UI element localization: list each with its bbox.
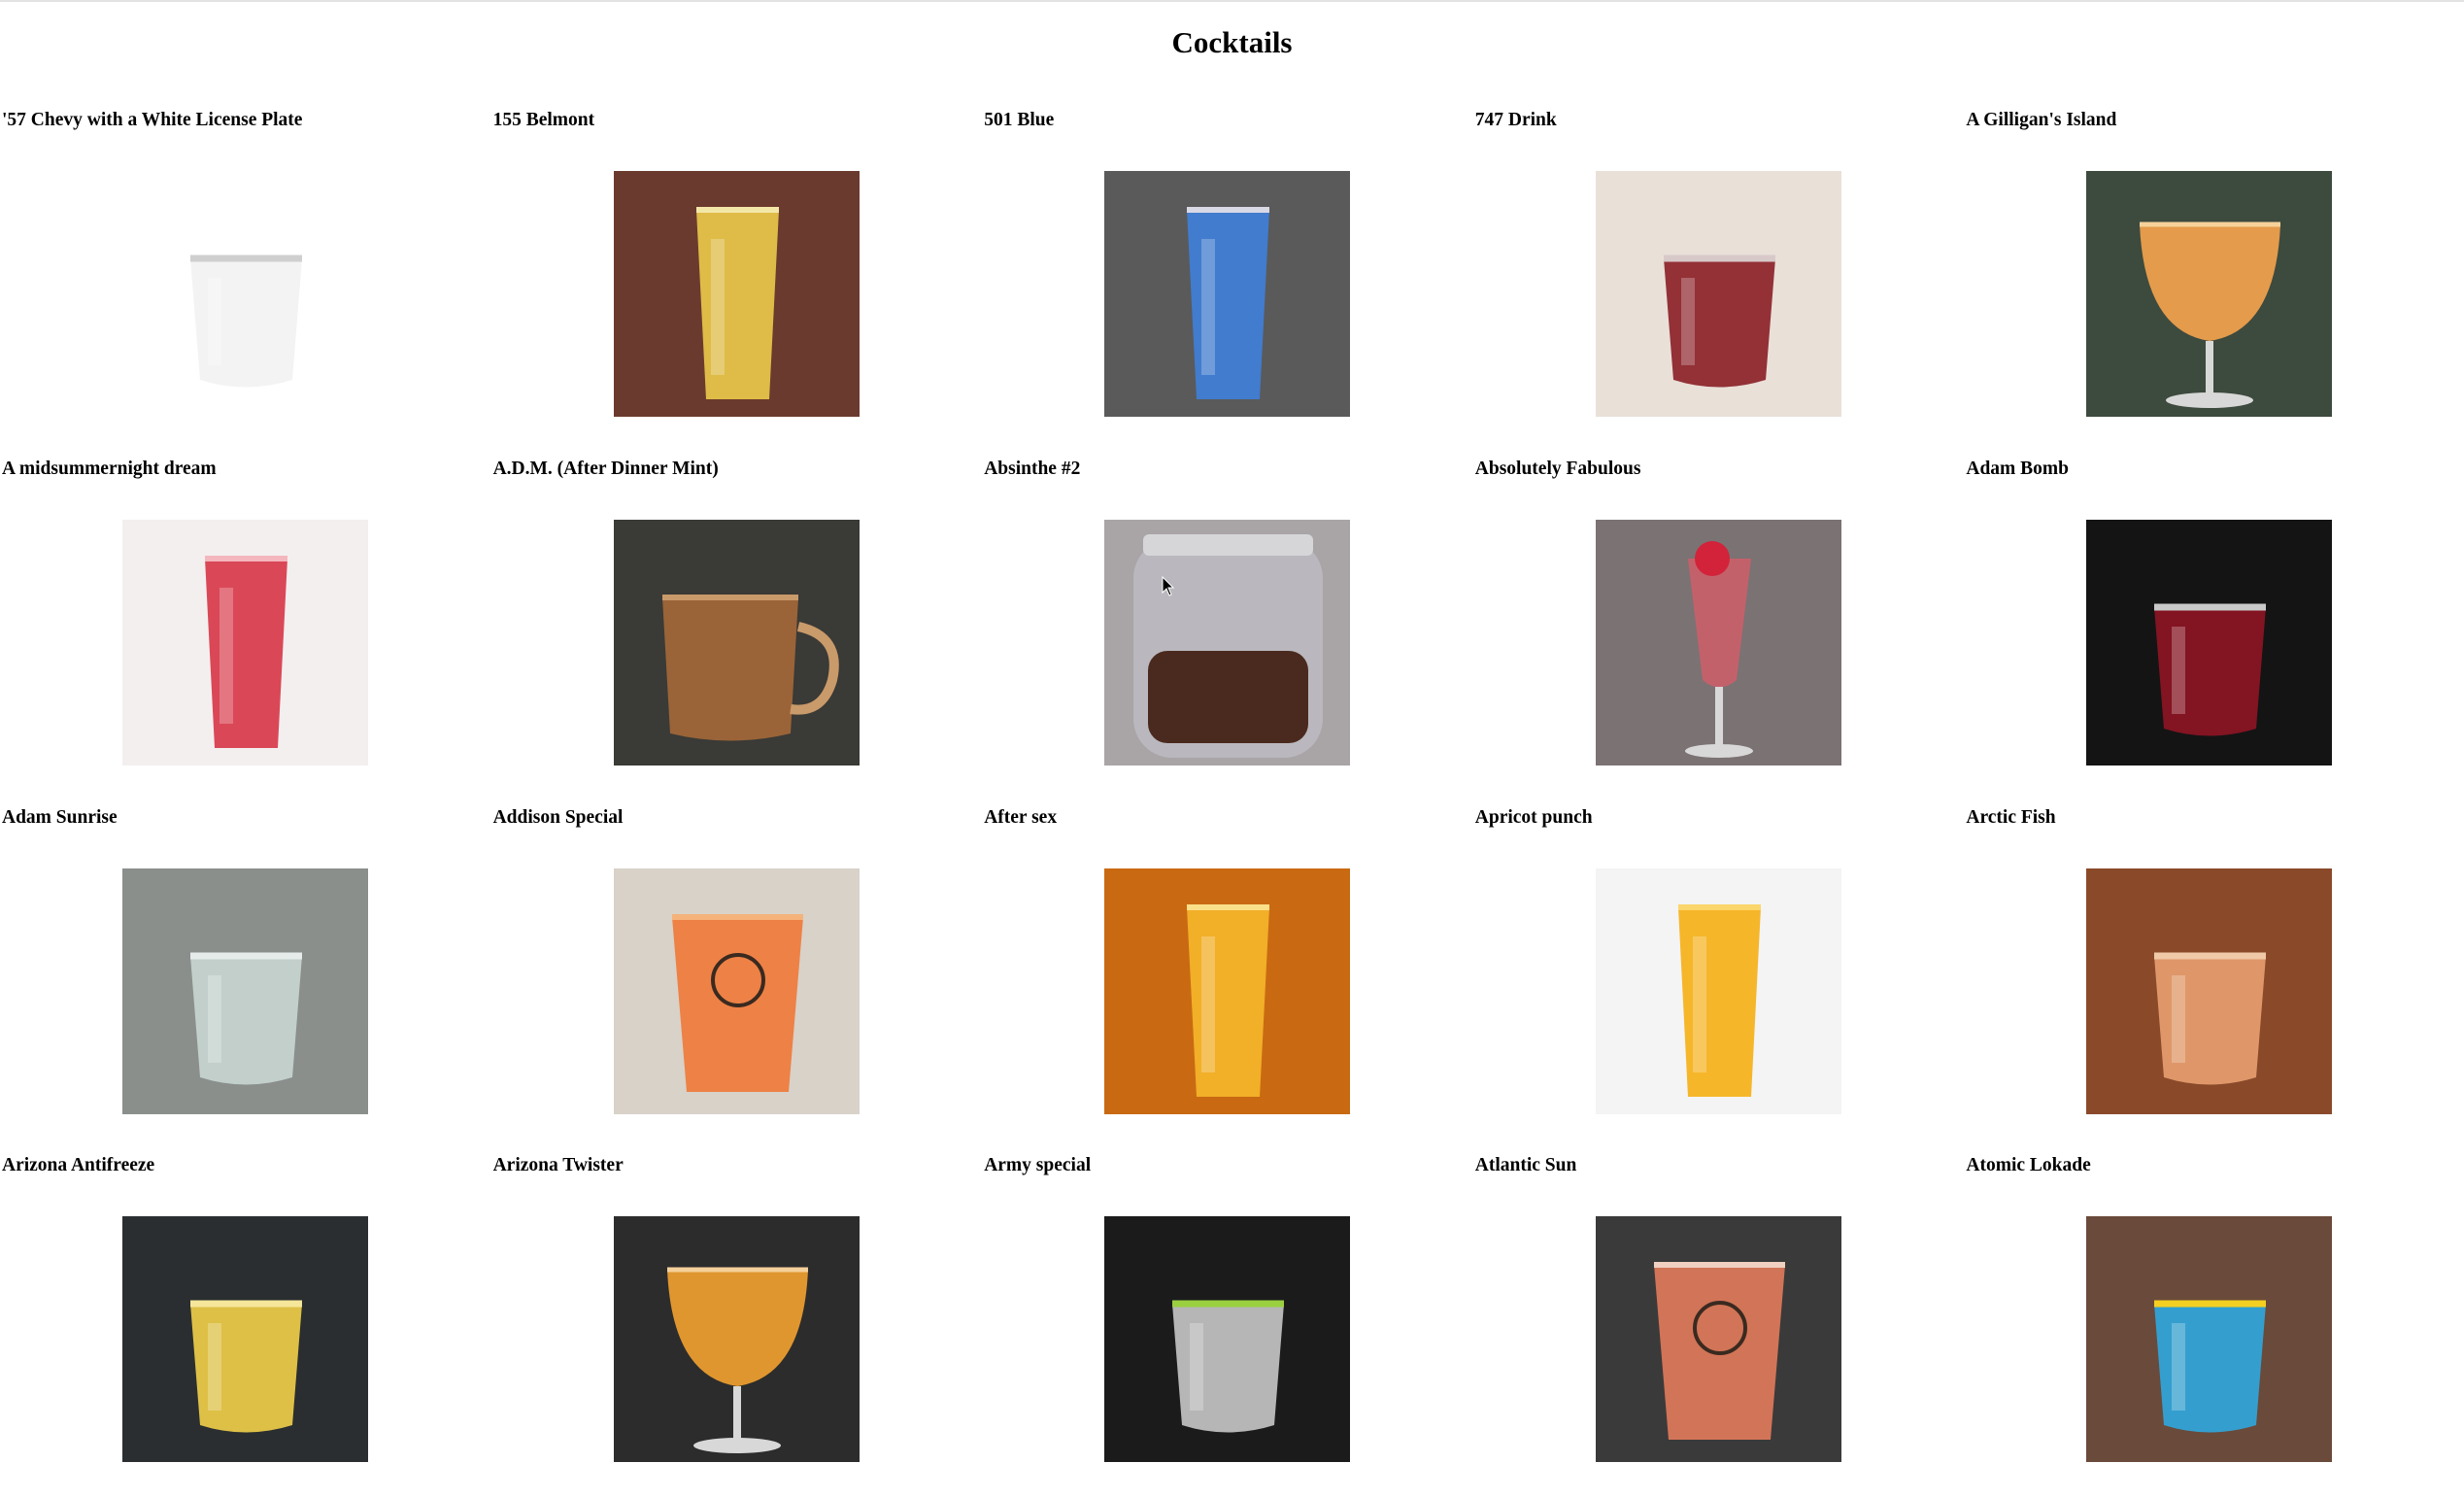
cocktail-card: A.D.M. (After Dinner Mint)	[491, 452, 983, 800]
cocktail-card: Apricot punch	[1473, 800, 1965, 1149]
cocktail-card: Absinthe #2	[982, 452, 1473, 800]
cocktail-name: Absolutely Fabulous	[1474, 458, 1641, 479]
cocktail-card: Addison Special	[491, 800, 983, 1149]
cocktail-name: Arctic Fish	[1966, 806, 2056, 828]
cocktail-card: A Gilligan's Island	[1964, 103, 2455, 452]
cocktail-card: Arctic Fish	[1964, 800, 2455, 1149]
cocktail-name: A.D.M. (After Dinner Mint)	[492, 458, 719, 479]
cocktail-image[interactable]	[2086, 171, 2333, 417]
cocktail-card: Absolutely Fabulous	[1473, 452, 1965, 800]
cocktail-image[interactable]	[1104, 519, 1351, 766]
cocktail-image[interactable]	[1595, 519, 1841, 766]
cocktail-name: 501 Blue	[984, 110, 1055, 130]
cocktail-name: Absinthe #2	[984, 458, 1081, 479]
cocktail-name: Adam Bomb	[1966, 458, 2070, 479]
cocktail-card: 155 Belmont	[491, 103, 983, 452]
cocktail-image[interactable]	[122, 519, 368, 766]
cocktail-card: After sex	[982, 800, 1473, 1149]
cocktail-card: 747 Drink	[1473, 103, 1965, 452]
cocktail-image[interactable]	[1595, 171, 1841, 417]
cocktail-name: Arizona Antifreeze	[2, 1155, 155, 1176]
cocktail-image[interactable]	[122, 868, 368, 1114]
cocktail-image[interactable]	[2086, 1216, 2333, 1463]
cocktail-name: Addison Special	[492, 806, 624, 828]
cocktail-card: 501 Blue	[982, 103, 1473, 452]
cocktail-card: Atomic Lokade	[1964, 1148, 2455, 1497]
cocktail-image[interactable]	[1104, 1216, 1351, 1463]
cocktail-image[interactable]	[122, 1216, 368, 1463]
cocktail-image[interactable]	[1595, 868, 1841, 1114]
cocktail-image[interactable]	[613, 519, 860, 766]
cocktail-image[interactable]	[1104, 868, 1351, 1114]
cocktail-name: After sex	[984, 806, 1058, 828]
cocktail-name: A Gilligan's Island	[1966, 110, 2117, 130]
cocktail-image[interactable]	[613, 171, 860, 417]
cocktail-image[interactable]	[122, 171, 368, 417]
cocktail-name: Arizona Twister	[492, 1155, 624, 1176]
cocktail-name: '57 Chevy with a White License Plate	[2, 110, 303, 130]
page-title: Cocktails	[1171, 25, 1293, 59]
cocktail-name: 747 Drink	[1474, 110, 1557, 130]
cocktail-name: A midsummernight dream	[2, 458, 217, 479]
cocktail-image[interactable]	[1104, 171, 1351, 417]
top-border	[0, 0, 2464, 2]
cocktail-image[interactable]	[613, 868, 860, 1114]
cocktail-image[interactable]	[2086, 519, 2333, 766]
cocktail-image[interactable]	[1595, 1216, 1841, 1463]
cocktail-card: Adam Sunrise	[0, 800, 491, 1149]
cocktail-name: 155 Belmont	[492, 110, 595, 130]
cocktail-grid: '57 Chevy with a White License Plate 155…	[0, 103, 2464, 1497]
cocktail-card: Adam Bomb	[1964, 452, 2455, 800]
cocktail-image[interactable]	[2086, 868, 2333, 1114]
cocktail-card: Arizona Antifreeze	[0, 1148, 491, 1497]
cocktail-name: Army special	[984, 1155, 1092, 1176]
cocktail-card: Army special	[982, 1148, 1473, 1497]
cocktail-card: A midsummernight dream	[0, 452, 491, 800]
cocktail-name: Atomic Lokade	[1966, 1155, 2091, 1176]
mouse-cursor-icon	[1162, 576, 1175, 596]
cocktail-card: '57 Chevy with a White License Plate	[0, 103, 491, 452]
cocktail-image[interactable]	[613, 1216, 860, 1463]
cocktail-name: Atlantic Sun	[1474, 1155, 1577, 1176]
cocktail-card: Arizona Twister	[491, 1148, 983, 1497]
cocktail-card: Atlantic Sun	[1473, 1148, 1965, 1497]
cocktail-name: Apricot punch	[1474, 806, 1593, 828]
cocktail-name: Adam Sunrise	[2, 806, 118, 828]
